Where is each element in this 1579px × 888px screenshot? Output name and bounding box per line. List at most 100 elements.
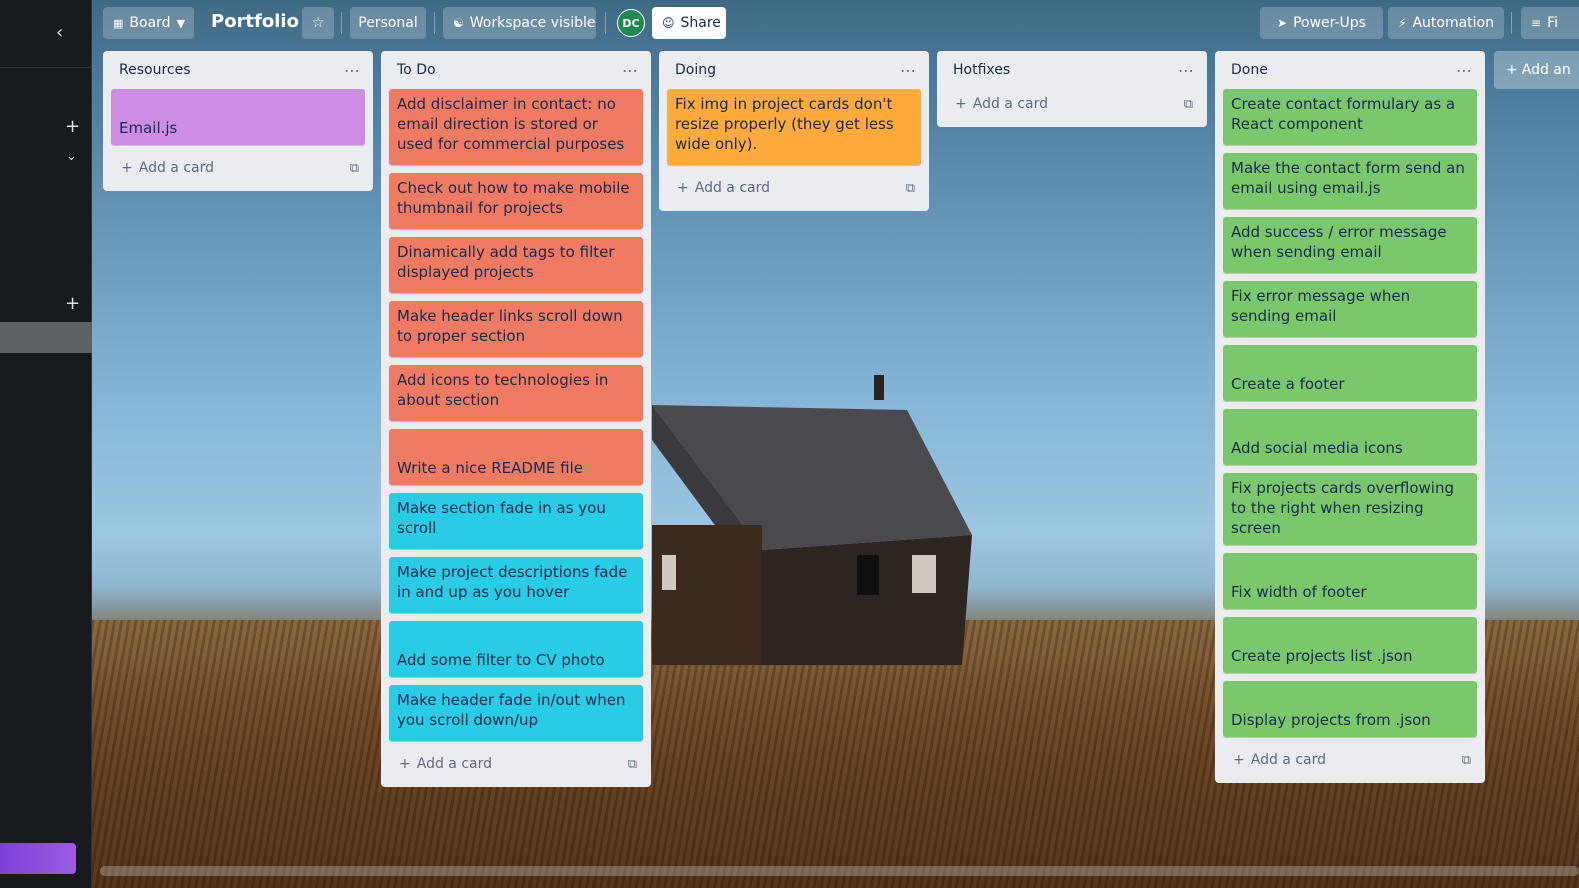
share-label: Share	[680, 15, 721, 31]
header-separator	[605, 12, 606, 34]
avatar[interactable]: DC	[617, 9, 645, 37]
sidebar-active-item[interactable]	[0, 322, 92, 353]
card-template-icon[interactable]: ⧉	[1184, 97, 1193, 112]
add-board-icon[interactable]: +	[65, 118, 80, 136]
list-header: Hotfixes ⋯	[945, 51, 1199, 89]
personal-label: Personal	[358, 15, 418, 31]
card[interactable]: Add social media icons	[1223, 409, 1477, 465]
card[interactable]: Create projects list .json	[1223, 617, 1477, 673]
add-card-label: Add a card	[416, 756, 492, 772]
add-list-label: Add an	[1521, 62, 1571, 78]
card[interactable]: Make project descriptions fade in and up…	[389, 557, 643, 613]
add-item-icon[interactable]: +	[65, 295, 80, 313]
filter-icon: ≡	[1531, 16, 1542, 30]
filter-label: Fi	[1547, 15, 1558, 31]
card[interactable]: Fix width of footer	[1223, 553, 1477, 609]
power-ups-label: Power-Ups	[1293, 15, 1366, 31]
add-card-button[interactable]: + Add a card	[677, 180, 770, 196]
card[interactable]: Make section fade in as you scroll	[389, 493, 643, 549]
card[interactable]: Dinamically add tags to filter displayed…	[389, 237, 643, 293]
add-card-row: + Add a card ⧉	[667, 173, 921, 203]
list-header: Done ⋯	[1223, 51, 1477, 89]
card[interactable]: Fix error message when sending email	[1223, 281, 1477, 337]
plus-icon: +	[399, 756, 411, 772]
list-title[interactable]: Doing	[675, 62, 716, 78]
add-card-button[interactable]: + Add a card	[399, 756, 492, 772]
workspace-sidebar: ‹ + ⌄ +	[0, 0, 92, 888]
list-header: Resources ⋯	[111, 51, 365, 89]
add-list-button[interactable]: + Add an	[1494, 51, 1579, 89]
add-card-label: Add a card	[972, 96, 1048, 112]
more-options-icon[interactable]: ⋯	[1456, 61, 1473, 80]
list-header: Doing ⋯	[667, 51, 921, 89]
sidebar-upgrade-button[interactable]	[0, 843, 76, 874]
more-options-icon[interactable]: ⋯	[900, 61, 917, 80]
card[interactable]: Make the contact form send an email usin…	[1223, 153, 1477, 209]
board-title[interactable]: Portfolio	[211, 11, 299, 32]
card[interactable]: Fix img in project cards don't resize pr…	[667, 89, 921, 165]
plus-icon: +	[1506, 62, 1518, 78]
card-template-icon[interactable]: ⧉	[628, 757, 637, 772]
automation-label: Automation	[1412, 15, 1494, 31]
board-view-icon: ▦	[113, 16, 124, 30]
card-template-icon[interactable]: ⧉	[350, 161, 359, 176]
workspace-visible-button[interactable]: ☯ Workspace visible	[443, 7, 596, 39]
card[interactable]: Add some filter to CV photo	[389, 621, 643, 677]
card[interactable]: Make header links scroll down to proper …	[389, 301, 643, 357]
add-card-label: Add a card	[1250, 752, 1326, 768]
people-icon: ☯	[453, 16, 464, 30]
list-done: Done ⋯ Create contact formulary as a Rea…	[1215, 51, 1485, 783]
card[interactable]: Add disclaimer in contact: no email dire…	[389, 89, 643, 165]
card-template-icon[interactable]: ⧉	[1462, 753, 1471, 768]
card[interactable]: Add success / error message when sending…	[1223, 217, 1477, 273]
card[interactable]: Create a footer	[1223, 345, 1477, 401]
sidebar-divider	[0, 67, 92, 68]
card[interactable]: Create contact formulary as a React comp…	[1223, 89, 1477, 145]
view-switcher-button[interactable]: ▦ Board ▼	[103, 7, 194, 39]
plus-icon: +	[1233, 752, 1245, 768]
list-title[interactable]: Done	[1231, 62, 1268, 78]
plus-icon: +	[121, 160, 133, 176]
chevron-down-icon: ▼	[176, 16, 186, 30]
add-person-icon: ☺	[662, 16, 675, 30]
card[interactable]: Check out how to make mobile thumbnail f…	[389, 173, 643, 229]
list-header: To Do ⋯	[389, 51, 643, 89]
background-house	[652, 375, 972, 665]
add-card-button[interactable]: + Add a card	[955, 96, 1048, 112]
more-options-icon[interactable]: ⋯	[1178, 61, 1195, 80]
lightning-icon: ⚡	[1398, 16, 1407, 30]
more-options-icon[interactable]: ⋯	[622, 61, 639, 80]
card[interactable]: Make header fade in/out when you scroll …	[389, 685, 643, 741]
card[interactable]: Display projects from .json	[1223, 681, 1477, 737]
automation-button[interactable]: ⚡ Automation	[1388, 7, 1504, 39]
card[interactable]: Fix projects cards overflowing to the ri…	[1223, 473, 1477, 545]
list-title[interactable]: Hotfixes	[953, 62, 1010, 78]
list-doing: Doing ⋯ Fix img in project cards don't r…	[659, 51, 929, 211]
add-card-button[interactable]: + Add a card	[121, 160, 214, 176]
add-card-row: + Add a card ⧉	[1223, 745, 1477, 775]
header-separator	[434, 12, 435, 34]
power-ups-button[interactable]: ➤ Power-Ups	[1260, 7, 1383, 39]
more-options-icon[interactable]: ⋯	[344, 61, 361, 80]
add-card-label: Add a card	[138, 160, 214, 176]
list-resources: Resources ⋯ Email.js + Add a card ⧉	[103, 51, 373, 191]
horizontal-scrollbar[interactable]	[100, 866, 1579, 876]
star-button[interactable]: ☆	[302, 7, 334, 39]
rocket-icon: ➤	[1277, 16, 1288, 30]
card[interactable]: Email.js	[111, 89, 365, 145]
chevron-down-icon[interactable]: ⌄	[66, 148, 77, 166]
board-header: ▦ Board ▼ Portfolio ☆ Personal ☯ Workspa…	[92, 0, 1579, 46]
add-card-label: Add a card	[694, 180, 770, 196]
personal-button[interactable]: Personal	[350, 7, 426, 39]
list-title[interactable]: Resources	[119, 62, 191, 78]
filter-button[interactable]: ≡ Fi	[1521, 7, 1579, 39]
share-button[interactable]: ☺ Share	[652, 7, 726, 39]
collapse-sidebar-icon[interactable]: ‹	[56, 24, 63, 42]
card[interactable]: Add icons to technologies in about secti…	[389, 365, 643, 421]
list-title[interactable]: To Do	[397, 62, 436, 78]
list-to-do: To Do ⋯ Add disclaimer in contact: no em…	[381, 51, 651, 787]
add-card-button[interactable]: + Add a card	[1233, 752, 1326, 768]
card-template-icon[interactable]: ⧉	[906, 181, 915, 196]
list-hotfixes: Hotfixes ⋯ + Add a card ⧉	[937, 51, 1207, 127]
card[interactable]: Write a nice README file	[389, 429, 643, 485]
